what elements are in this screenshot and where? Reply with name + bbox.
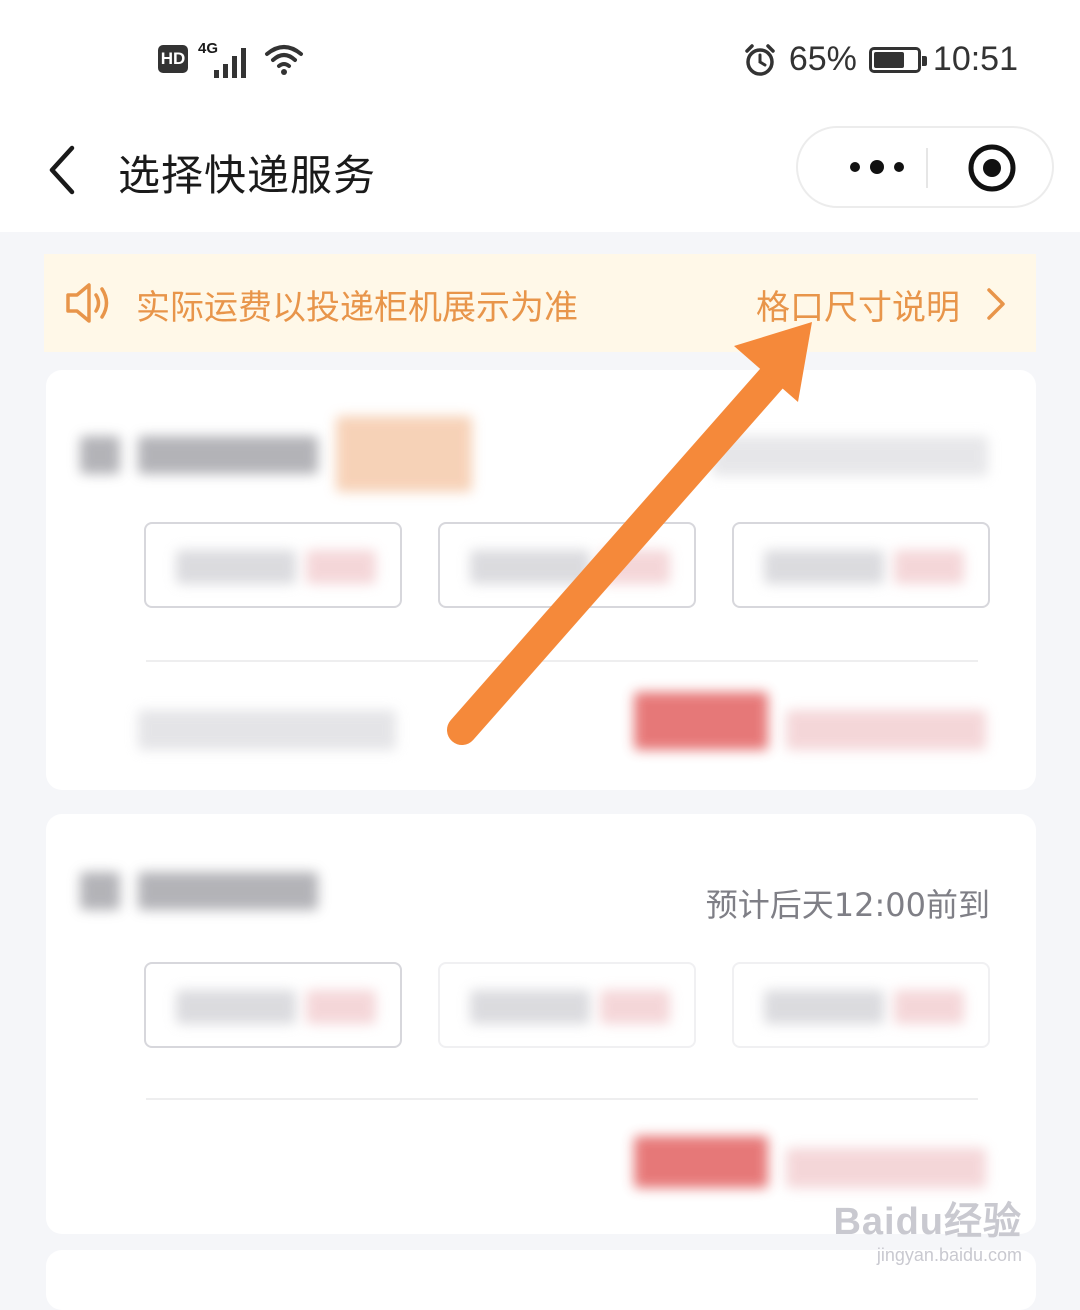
- notice-text: 实际运费以投递柜机展示为准: [136, 288, 578, 328]
- status-bar: HD 4G 65% 10:51: [0, 0, 1080, 120]
- blurred-option-text: [176, 550, 296, 584]
- hd-badge: HD: [158, 45, 188, 73]
- watermark-url: jingyan.baidu.com: [876, 1245, 1022, 1265]
- more-menu-button[interactable]: [828, 128, 926, 206]
- watermark-logo: Baidu经验: [833, 1201, 1022, 1243]
- status-left: HD 4G: [158, 40, 304, 78]
- notice-banner: 实际运费以投递柜机展示为准 格口尺寸说明: [44, 254, 1036, 352]
- signal-icon: 4G: [198, 40, 254, 78]
- blurred-eta: [712, 436, 988, 476]
- blurred-option-text: [470, 990, 590, 1024]
- blurred-courier-logo: [80, 436, 120, 474]
- capsule-divider: [926, 148, 928, 188]
- blurred-option-text: [764, 990, 884, 1024]
- size-option-1[interactable]: [144, 962, 402, 1048]
- page-title: 选择快递服务: [118, 151, 377, 200]
- blurred-option-text: [176, 990, 296, 1024]
- wifi-icon: [265, 45, 303, 75]
- battery-percent: 65%: [788, 40, 857, 78]
- size-option-3[interactable]: [732, 962, 990, 1048]
- status-right: 65% 10:51: [743, 40, 1018, 79]
- alarm-icon: [745, 43, 775, 76]
- blurred-courier-logo: [80, 872, 120, 910]
- slot-size-link[interactable]: 格口尺寸说明: [756, 280, 960, 329]
- battery-icon: [868, 46, 927, 73]
- blurred-option-price: [600, 550, 670, 584]
- size-option-3[interactable]: [732, 522, 990, 608]
- nav-bar: 选择快递服务: [0, 120, 1080, 232]
- blurred-option-text: [470, 550, 590, 584]
- blurred-courier-name: [138, 872, 318, 910]
- blurred-footer-text: [138, 710, 396, 750]
- blurred-option-price: [600, 990, 670, 1024]
- blurred-price: [634, 692, 768, 750]
- clock: 10:51: [932, 40, 1018, 78]
- card-divider: [146, 1098, 978, 1100]
- eta-text: 预计后天12:00前到: [705, 886, 990, 924]
- speaker-icon: [66, 283, 109, 323]
- courier-card-2[interactable]: 预计后天12:00前到: [46, 814, 1036, 1234]
- back-arrow-icon[interactable]: [38, 140, 98, 200]
- blurred-option-price: [894, 550, 964, 584]
- blurred-price: [634, 1136, 768, 1188]
- watermark: Baidu经验 jingyan.baidu.com: [812, 1190, 1022, 1266]
- blurred-price-detail: [786, 710, 986, 750]
- blurred-courier-name: [138, 436, 318, 474]
- size-option-2[interactable]: [438, 522, 696, 608]
- chevron-right-icon[interactable]: [984, 284, 1008, 324]
- miniapp-capsule: [796, 126, 1054, 208]
- card-divider: [146, 660, 978, 662]
- blurred-option-price: [894, 990, 964, 1024]
- blurred-price-detail: [786, 1148, 986, 1188]
- blurred-option-price: [306, 990, 376, 1024]
- size-option-1[interactable]: [144, 522, 402, 608]
- blurred-option-price: [306, 550, 376, 584]
- more-dots-icon: [850, 160, 904, 174]
- size-option-2[interactable]: [438, 962, 696, 1048]
- courier-card-1[interactable]: [46, 370, 1036, 790]
- blurred-option-text: [764, 550, 884, 584]
- blurred-tag: [336, 416, 472, 492]
- close-miniapp-icon[interactable]: [966, 142, 1018, 194]
